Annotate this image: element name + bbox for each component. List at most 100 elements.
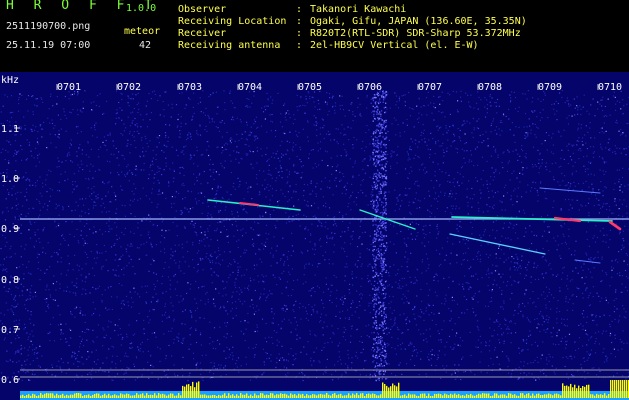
- noise-dot: [303, 346, 305, 348]
- noise-dot: [129, 125, 132, 127]
- noise-dot: [564, 241, 566, 243]
- noise-dot: [616, 372, 618, 374]
- noise-dot: [396, 101, 398, 103]
- noise-dot: [252, 303, 254, 306]
- noise-dot: [477, 252, 479, 254]
- noise-dot: [121, 268, 123, 271]
- noise-dot: [619, 186, 621, 188]
- noise-dot: [231, 295, 233, 297]
- noise-dot: [84, 331, 86, 334]
- noise-dot: [470, 221, 472, 223]
- noise-dot: [215, 171, 217, 173]
- noise-dot: [370, 135, 372, 138]
- noise-dot: [486, 160, 488, 162]
- noise-dot: [165, 197, 167, 199]
- noise-dot: [603, 173, 605, 175]
- noise-dot: [391, 326, 393, 328]
- noise-dot: [598, 156, 601, 158]
- noise-dot: [541, 315, 543, 317]
- noise-dot: [420, 358, 422, 360]
- noise-dot: [477, 127, 480, 130]
- noise-dot: [263, 364, 266, 366]
- noise-dot: [253, 135, 255, 137]
- noise-dot: [564, 325, 566, 327]
- noise-dot: [514, 269, 516, 271]
- noise-dot: [304, 374, 306, 376]
- noise-dot: [30, 340, 32, 342]
- noise-dot: [488, 276, 490, 279]
- noise-dot: [196, 307, 199, 309]
- noise-dot: [177, 113, 179, 116]
- noise-dot: [91, 314, 93, 316]
- noise-dot: [609, 114, 611, 116]
- noise-dot: [161, 235, 163, 237]
- noise-dot: [238, 239, 240, 241]
- noise-dot: [537, 345, 539, 347]
- noise-dot: [109, 132, 111, 134]
- noise-dot: [143, 328, 145, 330]
- noise-dot: [231, 302, 233, 304]
- noise-dot: [173, 318, 175, 320]
- noise-dot: [519, 273, 521, 275]
- noise-dot: [292, 146, 294, 148]
- noise-dot: [195, 280, 197, 283]
- noise-dot: [168, 316, 170, 318]
- noise-dot: [517, 153, 519, 155]
- noise-dot: [2, 264, 4, 266]
- noise-dot: [114, 274, 116, 276]
- noise-dot: [377, 147, 380, 149]
- noise-dot: [373, 140, 375, 142]
- noise-dot: [208, 154, 210, 157]
- noise-dot: [291, 232, 293, 234]
- noise-dot: [52, 317, 54, 319]
- noise-dot: [449, 193, 451, 195]
- noise-dot: [155, 336, 157, 338]
- noise-dot: [168, 344, 170, 347]
- noise-dot: [406, 316, 408, 318]
- noise-dot: [55, 203, 57, 205]
- noise-dot: [370, 349, 373, 351]
- noise-dot: [251, 102, 253, 104]
- noise-dot: [472, 307, 474, 310]
- noise-dot: [490, 357, 492, 360]
- noise-dot: [95, 204, 97, 207]
- noise-dot: [349, 243, 352, 245]
- noise-dot: [22, 205, 24, 207]
- noise-dot: [196, 132, 198, 134]
- noise-dot: [131, 306, 133, 308]
- noise-dot: [107, 326, 109, 328]
- noise-dot: [369, 312, 371, 314]
- noise-dot: [395, 104, 397, 106]
- noise-dot: [461, 312, 463, 314]
- noise-dot: [253, 279, 255, 281]
- noise-dot: [240, 255, 242, 257]
- noise-dot: [403, 302, 405, 304]
- noise-dot: [119, 258, 121, 260]
- noise-dot: [164, 311, 167, 313]
- noise-dot: [327, 288, 329, 290]
- noise-dot: [112, 346, 115, 348]
- noise-dot: [296, 324, 298, 326]
- noise-dot: [336, 289, 338, 291]
- noise-dot: [106, 134, 109, 136]
- noise-dot: [408, 201, 410, 203]
- noise-dot: [485, 341, 487, 343]
- noise-dot: [464, 312, 466, 314]
- noise-dot: [283, 270, 285, 272]
- noise-dot: [318, 103, 320, 105]
- noise-dot: [562, 357, 564, 359]
- noise-dot: [501, 290, 503, 292]
- noise-dot: [11, 305, 13, 307]
- noise-dot: [478, 141, 480, 143]
- noise-dot: [319, 239, 321, 241]
- noise-dot: [528, 247, 530, 250]
- noise-dot: [506, 355, 508, 357]
- noise-dot: [17, 110, 20, 112]
- noise-dot: [413, 313, 415, 315]
- noise-dot: [508, 328, 510, 330]
- noise-dot: [489, 183, 491, 185]
- noise-dot: [337, 328, 339, 330]
- noise-dot: [301, 172, 303, 174]
- noise-dot: [618, 251, 620, 253]
- noise-dot: [94, 170, 96, 172]
